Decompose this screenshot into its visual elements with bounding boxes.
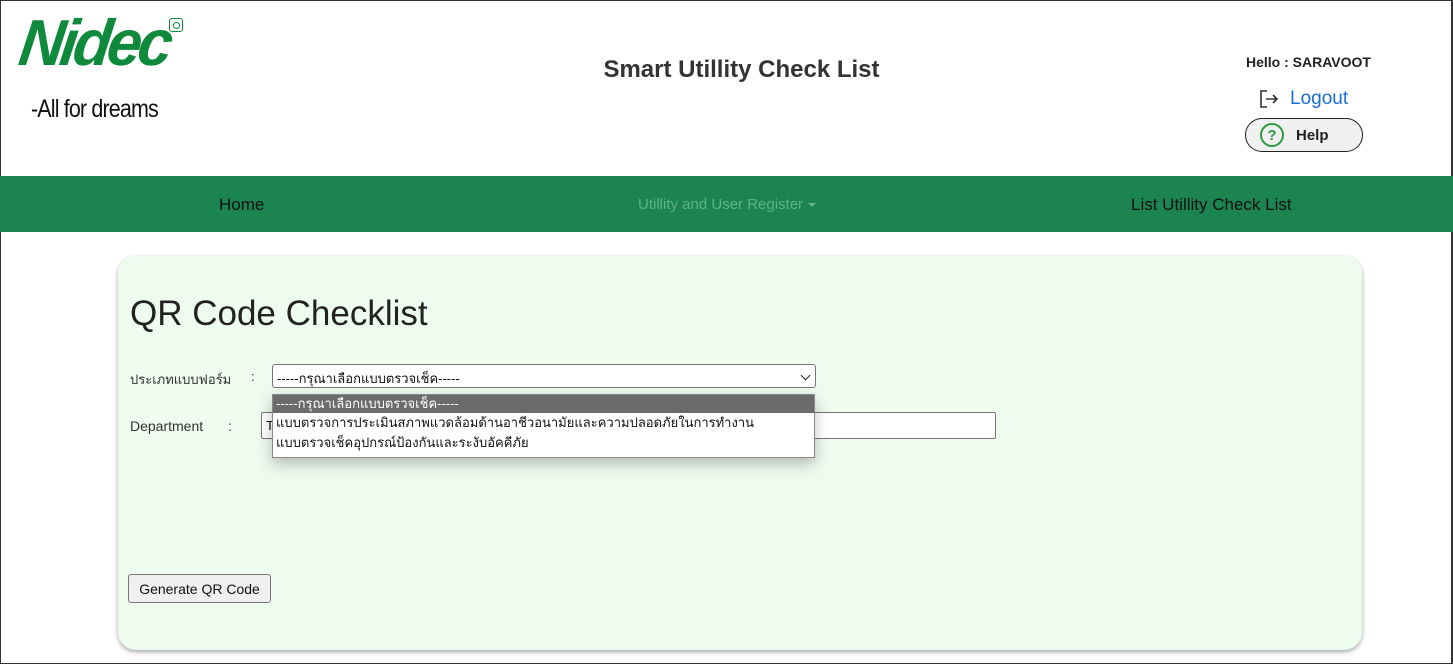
form-type-selected-value: -----กรุณาเลือกแบบตรวจเช็ค-----: [277, 371, 460, 386]
department-colon: :: [228, 418, 232, 434]
chevron-down-icon: [800, 370, 811, 381]
nav-list-checklist[interactable]: List Utillity Check List: [1131, 195, 1292, 215]
nav-utility-register-dropdown[interactable]: Utillity and User Register: [638, 196, 817, 213]
page-title: QR Code Checklist: [130, 294, 428, 333]
logout-label: Logout: [1290, 88, 1349, 109]
main-navbar: Home Utillity and User Register List Uti…: [0, 176, 1453, 232]
department-label: Department: [130, 418, 204, 434]
dropdown-option[interactable]: -----กรุณาเลือกแบบตรวจเช็ค-----: [273, 395, 814, 413]
help-question-icon: ?: [1260, 123, 1284, 147]
help-button[interactable]: ? Help: [1245, 118, 1363, 152]
dropdown-option[interactable]: แบบตรวจเช็คอุปกรณ์ป้องกันและระงับอัคคีภั…: [273, 433, 814, 453]
nav-home[interactable]: Home: [219, 195, 264, 215]
form-type-label: ประเภทแบบฟอร์ม: [130, 372, 232, 387]
dropdown-option[interactable]: แบบตรวจการประเมินสภาพแวดล้อมด้านอาชีวอนา…: [273, 413, 814, 433]
logout-icon: [1260, 90, 1279, 108]
logo-mark-icon: [169, 18, 183, 32]
generate-qr-button[interactable]: Generate QR Code: [128, 574, 271, 603]
form-type-select[interactable]: -----กรุณาเลือกแบบตรวจเช็ค-----: [272, 364, 816, 388]
app-title: Smart Utillity Check List: [603, 56, 880, 83]
form-type-dropdown-list: -----กรุณาเลือกแบบตรวจเช็ค----- แบบตรวจก…: [272, 394, 815, 458]
help-label: Help: [1296, 126, 1329, 144]
caret-down-icon: [808, 203, 817, 208]
logo-tagline: -All for dreams: [31, 95, 159, 123]
nav-utility-register-label: Utillity and User Register: [638, 196, 804, 213]
form-type-colon: :: [251, 369, 255, 384]
user-greeting: Hello : SARAVOOT: [1246, 54, 1371, 70]
page-header: Nidec -All for dreams Smart Utillity Che…: [0, 0, 1453, 176]
logout-link[interactable]: Logout: [1258, 88, 1348, 110]
